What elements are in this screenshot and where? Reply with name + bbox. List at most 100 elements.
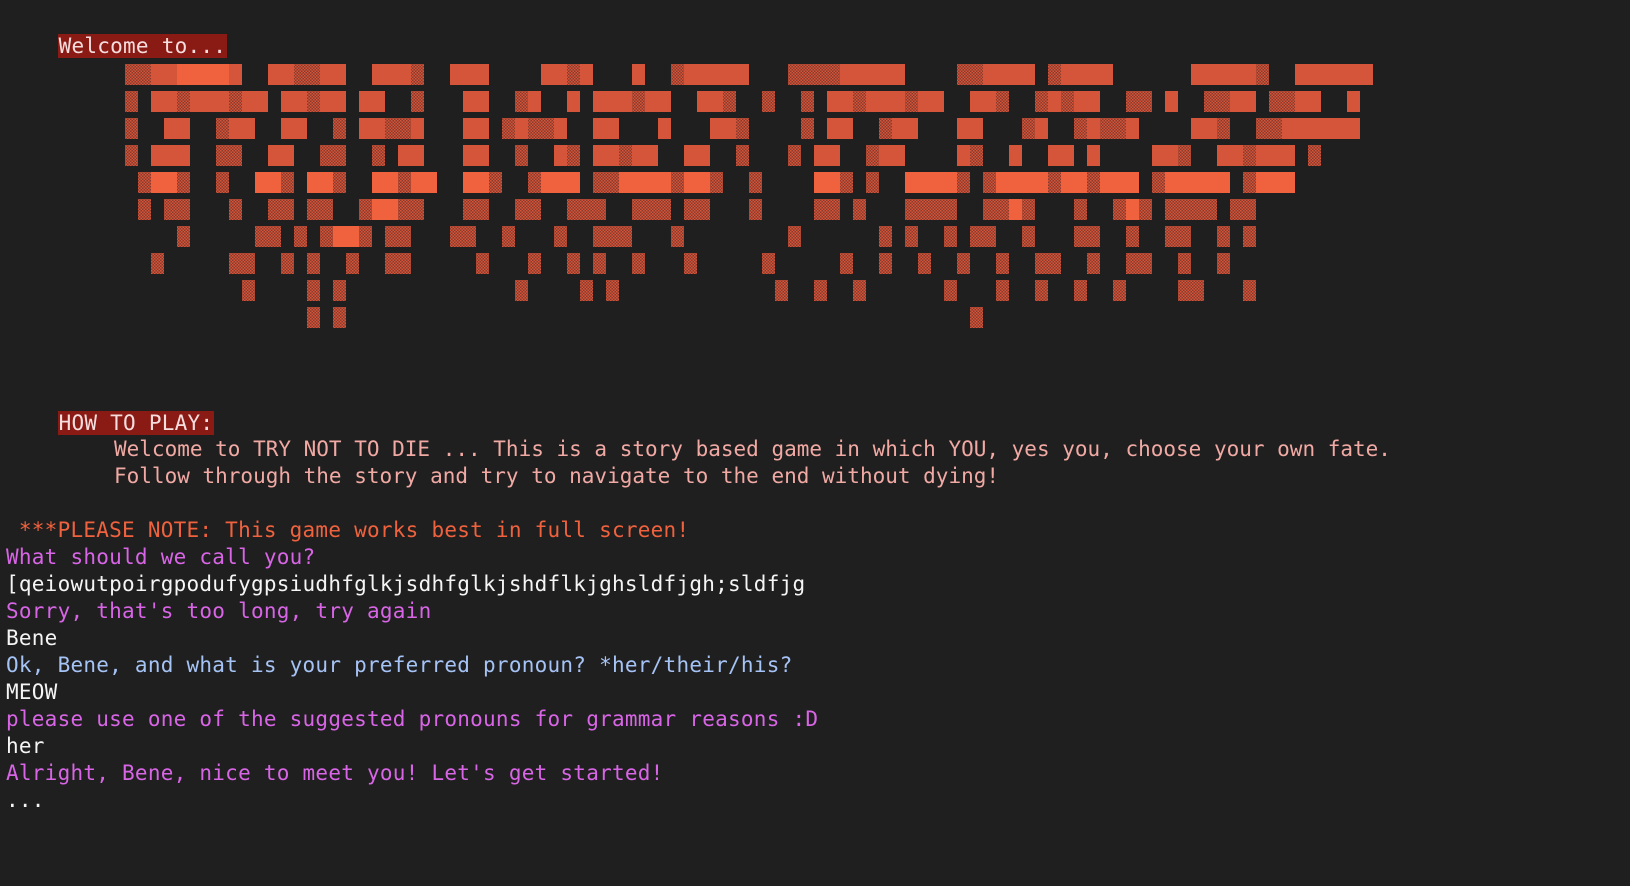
banner-block [593,253,606,274]
banner-block [749,172,762,193]
banner-block [281,91,294,112]
banner-block [1139,199,1152,220]
banner-block [580,280,593,301]
banner-block [333,118,346,139]
banner-block [1256,118,1269,139]
banner-block [1126,91,1139,112]
banner-block [1035,280,1048,301]
banner-block [840,118,853,139]
banner-block [1282,118,1295,139]
banner-block [892,91,905,112]
banner-block [216,145,229,166]
banner-block [1191,118,1204,139]
banner-block [359,91,372,112]
banner-block [905,172,918,193]
banner-block [996,64,1009,85]
banner-block [372,199,385,220]
banner-block [229,91,242,112]
banner-block [1139,91,1152,112]
banner-block [957,145,970,166]
banner-block [190,64,203,85]
banner-block [814,199,827,220]
banner-block [1126,226,1139,247]
banner-block [736,64,749,85]
banner-block [632,64,645,85]
banner-block [372,118,385,139]
banner-block [411,199,424,220]
banner-block [450,64,463,85]
banner-block [476,91,489,112]
banner-block [242,253,255,274]
banner-block [281,145,294,166]
banner-block [476,64,489,85]
banner-block [580,199,593,220]
banner-block [1334,64,1347,85]
banner-block [463,64,476,85]
greeting-line: Alright, Bene, nice to meet you! Let's g… [6,761,664,785]
banner-block [398,172,411,193]
banner-block [190,91,203,112]
banner-block [931,199,944,220]
banner-block [944,280,957,301]
banner-block [164,199,177,220]
banner-block [1178,253,1191,274]
banner-block [684,199,697,220]
banner-block [1048,253,1061,274]
banner-block [151,172,164,193]
banner-block [307,253,320,274]
banner-block [307,199,320,220]
banner-block [229,253,242,274]
banner-block [1087,253,1100,274]
banner-block [515,91,528,112]
banner-block [268,226,281,247]
banner-block [827,64,840,85]
banner-block [372,91,385,112]
banner-block [320,145,333,166]
banner-block [203,91,216,112]
banner-block [905,118,918,139]
banner-block [1230,145,1243,166]
banner-block [1022,64,1035,85]
banner-block [125,91,138,112]
banner-block [554,145,567,166]
banner-block [606,145,619,166]
banner-block [1178,145,1191,166]
banner-block [385,172,398,193]
banner-block [229,145,242,166]
banner-block [840,64,853,85]
banner-block [567,253,580,274]
banner-block [268,199,281,220]
banner-block [333,172,346,193]
banner-block [1009,145,1022,166]
user-input-name-1: [qeiowutpoirgpodufygpsiudhfglkjsdhfglkjs… [6,572,806,596]
banner-block [658,199,671,220]
banner-block [1204,64,1217,85]
banner-block [892,118,905,139]
banner-block [1243,199,1256,220]
banner-block [164,145,177,166]
user-input-pronoun-2: her [6,734,45,758]
banner-block [983,64,996,85]
banner-block [372,64,385,85]
banner-block [268,64,281,85]
banner-block [1191,172,1204,193]
banner-block [1204,118,1217,139]
banner-block [762,253,775,274]
banner-block [476,253,489,274]
banner-block [593,226,606,247]
banner-block [1074,172,1087,193]
banner-block [970,118,983,139]
banner-block [1087,118,1100,139]
banner-block [1113,280,1126,301]
banner-block [489,172,502,193]
banner-block [1178,226,1191,247]
banner-block [697,172,710,193]
banner-block [1165,145,1178,166]
banner-block [1087,226,1100,247]
banner-block [840,253,853,274]
banner-block [1035,118,1048,139]
banner-block [125,64,138,85]
banner-block [385,253,398,274]
banner-block [710,91,723,112]
banner-block [424,172,437,193]
